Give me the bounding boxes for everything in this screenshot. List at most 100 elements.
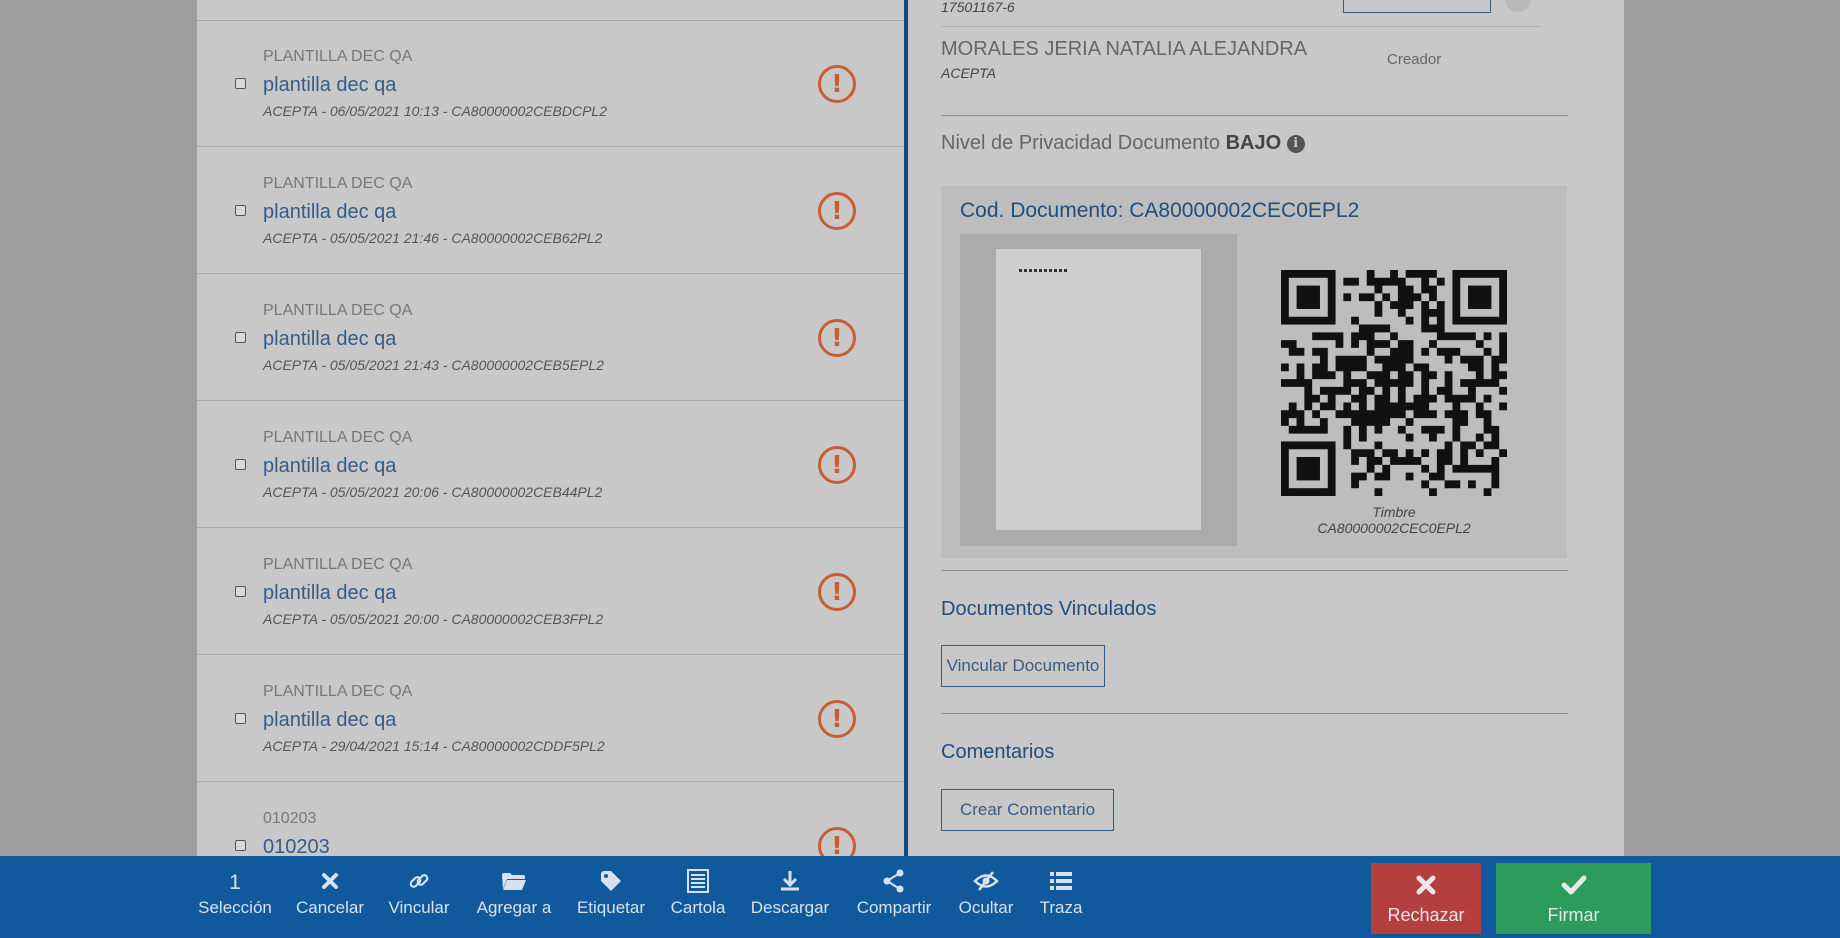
partial-button[interactable] xyxy=(1343,0,1491,13)
hide-label: Ocultar xyxy=(958,898,1014,917)
document-meta: ACEPTA - 05/05/2021 21:46 - CA80000002CE… xyxy=(263,230,603,246)
link-document-button[interactable]: Vincular Documento xyxy=(941,645,1105,687)
document-name[interactable]: plantilla dec qa xyxy=(263,74,396,97)
partial-status-icon xyxy=(1505,0,1531,12)
select-checkbox[interactable] xyxy=(235,205,246,216)
cancel-button[interactable]: Cancelar xyxy=(293,856,367,938)
warning-icon[interactable]: ! xyxy=(818,319,856,357)
eye-slash-icon xyxy=(954,869,1018,893)
privacy-value: BAJO xyxy=(1225,132,1282,154)
document-type: PLANTILLA DEC QA xyxy=(263,683,413,700)
tag-button[interactable]: Etiquetar xyxy=(571,856,651,938)
document-type: PLANTILLA DEC QA xyxy=(263,302,413,319)
times-icon xyxy=(293,869,367,893)
share-label: Compartir xyxy=(856,898,932,917)
signer-role: Creador xyxy=(1387,51,1442,68)
document-list: PLANTILLA DEC QA plantilla dec qa ACEPTA… xyxy=(197,0,904,856)
cancel-label: Cancelar xyxy=(295,898,365,917)
share-icon xyxy=(851,869,937,893)
warning-icon[interactable]: ! xyxy=(818,446,856,484)
document-type: PLANTILLA DEC QA xyxy=(263,429,413,446)
warning-icon[interactable]: ! xyxy=(818,192,856,230)
section-divider xyxy=(941,570,1568,571)
bottom-toolbar: 1 Selección Cancelar Vincular Agregar a … xyxy=(0,856,1840,938)
signer-divider xyxy=(941,26,1541,27)
privacy-level: Nivel de Privacidad Documento BAJO i xyxy=(941,132,1305,155)
select-checkbox[interactable] xyxy=(235,713,246,724)
download-label: Descargar xyxy=(750,898,830,917)
document-name[interactable]: plantilla dec qa xyxy=(263,201,396,224)
share-button[interactable]: Compartir xyxy=(851,856,937,938)
sign-label: Firmar xyxy=(1547,905,1600,925)
download-icon xyxy=(747,869,833,893)
document-name[interactable]: plantilla dec qa xyxy=(263,455,396,478)
reject-button[interactable]: Rechazar xyxy=(1371,863,1481,934)
cartola-button[interactable]: Cartola xyxy=(666,856,730,938)
times-icon xyxy=(1371,871,1481,899)
selection-label: Selección xyxy=(198,898,272,917)
list-item[interactable]: PLANTILLA DEC QA plantilla dec qa ACEPTA… xyxy=(197,274,904,401)
document-name[interactable]: plantilla dec qa xyxy=(263,328,396,351)
tag-icon xyxy=(571,869,651,893)
list-icon xyxy=(1033,869,1089,893)
document-meta: ACEPTA - 05/05/2021 20:06 - CA80000002CE… xyxy=(263,484,603,500)
check-icon xyxy=(1496,871,1651,899)
comments-title: Comentarios xyxy=(941,741,1055,763)
document-name[interactable]: 010203 xyxy=(263,836,330,856)
document-code-card: Cod. Documento: CA80000002CEC0EPL2 Timbr… xyxy=(941,186,1567,558)
warning-icon[interactable]: ! xyxy=(818,827,856,856)
select-checkbox[interactable] xyxy=(235,78,246,89)
document-name[interactable]: plantilla dec qa xyxy=(263,709,396,732)
warning-icon[interactable]: ! xyxy=(818,65,856,103)
selection-count: 1 Selección xyxy=(195,856,275,938)
list-item[interactable]: PLANTILLA DEC QA plantilla dec qa ACEPTA… xyxy=(197,528,904,655)
trace-label: Traza xyxy=(1039,898,1083,917)
signer-org: ACEPTA xyxy=(941,65,996,81)
select-checkbox[interactable] xyxy=(235,332,246,343)
qr-code xyxy=(1281,270,1507,496)
cartola-label: Cartola xyxy=(670,898,726,917)
section-divider xyxy=(941,713,1568,714)
document-preview[interactable] xyxy=(960,234,1237,546)
create-comment-button[interactable]: Crear Comentario xyxy=(941,789,1114,831)
list-item[interactable]: PLANTILLA DEC QA plantilla dec qa ACEPTA… xyxy=(197,401,904,528)
document-type: PLANTILLA DEC QA xyxy=(263,48,413,65)
list-document-icon xyxy=(666,869,730,893)
link-label: Vincular xyxy=(388,898,450,917)
document-type: PLANTILLA DEC QA xyxy=(263,175,413,192)
list-item[interactable] xyxy=(197,0,904,21)
document-type: 010203 xyxy=(263,810,317,827)
tag-label: Etiquetar xyxy=(576,898,646,917)
add-to-button[interactable]: Agregar a xyxy=(471,856,557,938)
link-icon xyxy=(382,869,456,893)
sign-button[interactable]: Firmar xyxy=(1496,863,1651,934)
list-item[interactable]: PLANTILLA DEC QA plantilla dec qa ACEPTA… xyxy=(197,655,904,782)
select-checkbox[interactable] xyxy=(235,459,246,470)
list-item[interactable]: 010203 010203 ! xyxy=(197,782,904,856)
document-meta: ACEPTA - 29/04/2021 15:14 - CA80000002CD… xyxy=(263,738,605,754)
link-button[interactable]: Vincular xyxy=(382,856,456,938)
info-icon[interactable]: i xyxy=(1286,135,1305,153)
select-checkbox[interactable] xyxy=(235,840,246,851)
preview-text-line xyxy=(1019,269,1067,272)
list-item[interactable]: PLANTILLA DEC QA plantilla dec qa ACEPTA… xyxy=(197,20,904,147)
warning-icon[interactable]: ! xyxy=(818,573,856,611)
signer-rut: 17501167-6 xyxy=(941,0,1015,15)
add-to-label: Agregar a xyxy=(476,898,552,917)
document-name[interactable]: plantilla dec qa xyxy=(263,582,396,605)
document-meta: ACEPTA - 05/05/2021 20:00 - CA80000002CE… xyxy=(263,611,604,627)
trace-button[interactable]: Traza xyxy=(1033,856,1089,938)
warning-icon[interactable]: ! xyxy=(818,700,856,738)
linked-documents-title: Documentos Vinculados xyxy=(941,598,1157,620)
section-divider xyxy=(941,115,1568,116)
hide-button[interactable]: Ocultar xyxy=(954,856,1018,938)
document-meta: ACEPTA - 05/05/2021 21:43 - CA80000002CE… xyxy=(263,357,604,373)
list-item[interactable]: PLANTILLA DEC QA plantilla dec qa ACEPTA… xyxy=(197,147,904,274)
signer-name: MORALES JERIA NATALIA ALEJANDRA xyxy=(941,38,1308,60)
reject-label: Rechazar xyxy=(1387,905,1465,925)
document-type: PLANTILLA DEC QA xyxy=(263,556,413,573)
folder-icon xyxy=(471,869,557,893)
download-button[interactable]: Descargar xyxy=(747,856,833,938)
timbre-label: Timbre CA80000002CEC0EPL2 xyxy=(1317,504,1471,536)
select-checkbox[interactable] xyxy=(235,586,246,597)
